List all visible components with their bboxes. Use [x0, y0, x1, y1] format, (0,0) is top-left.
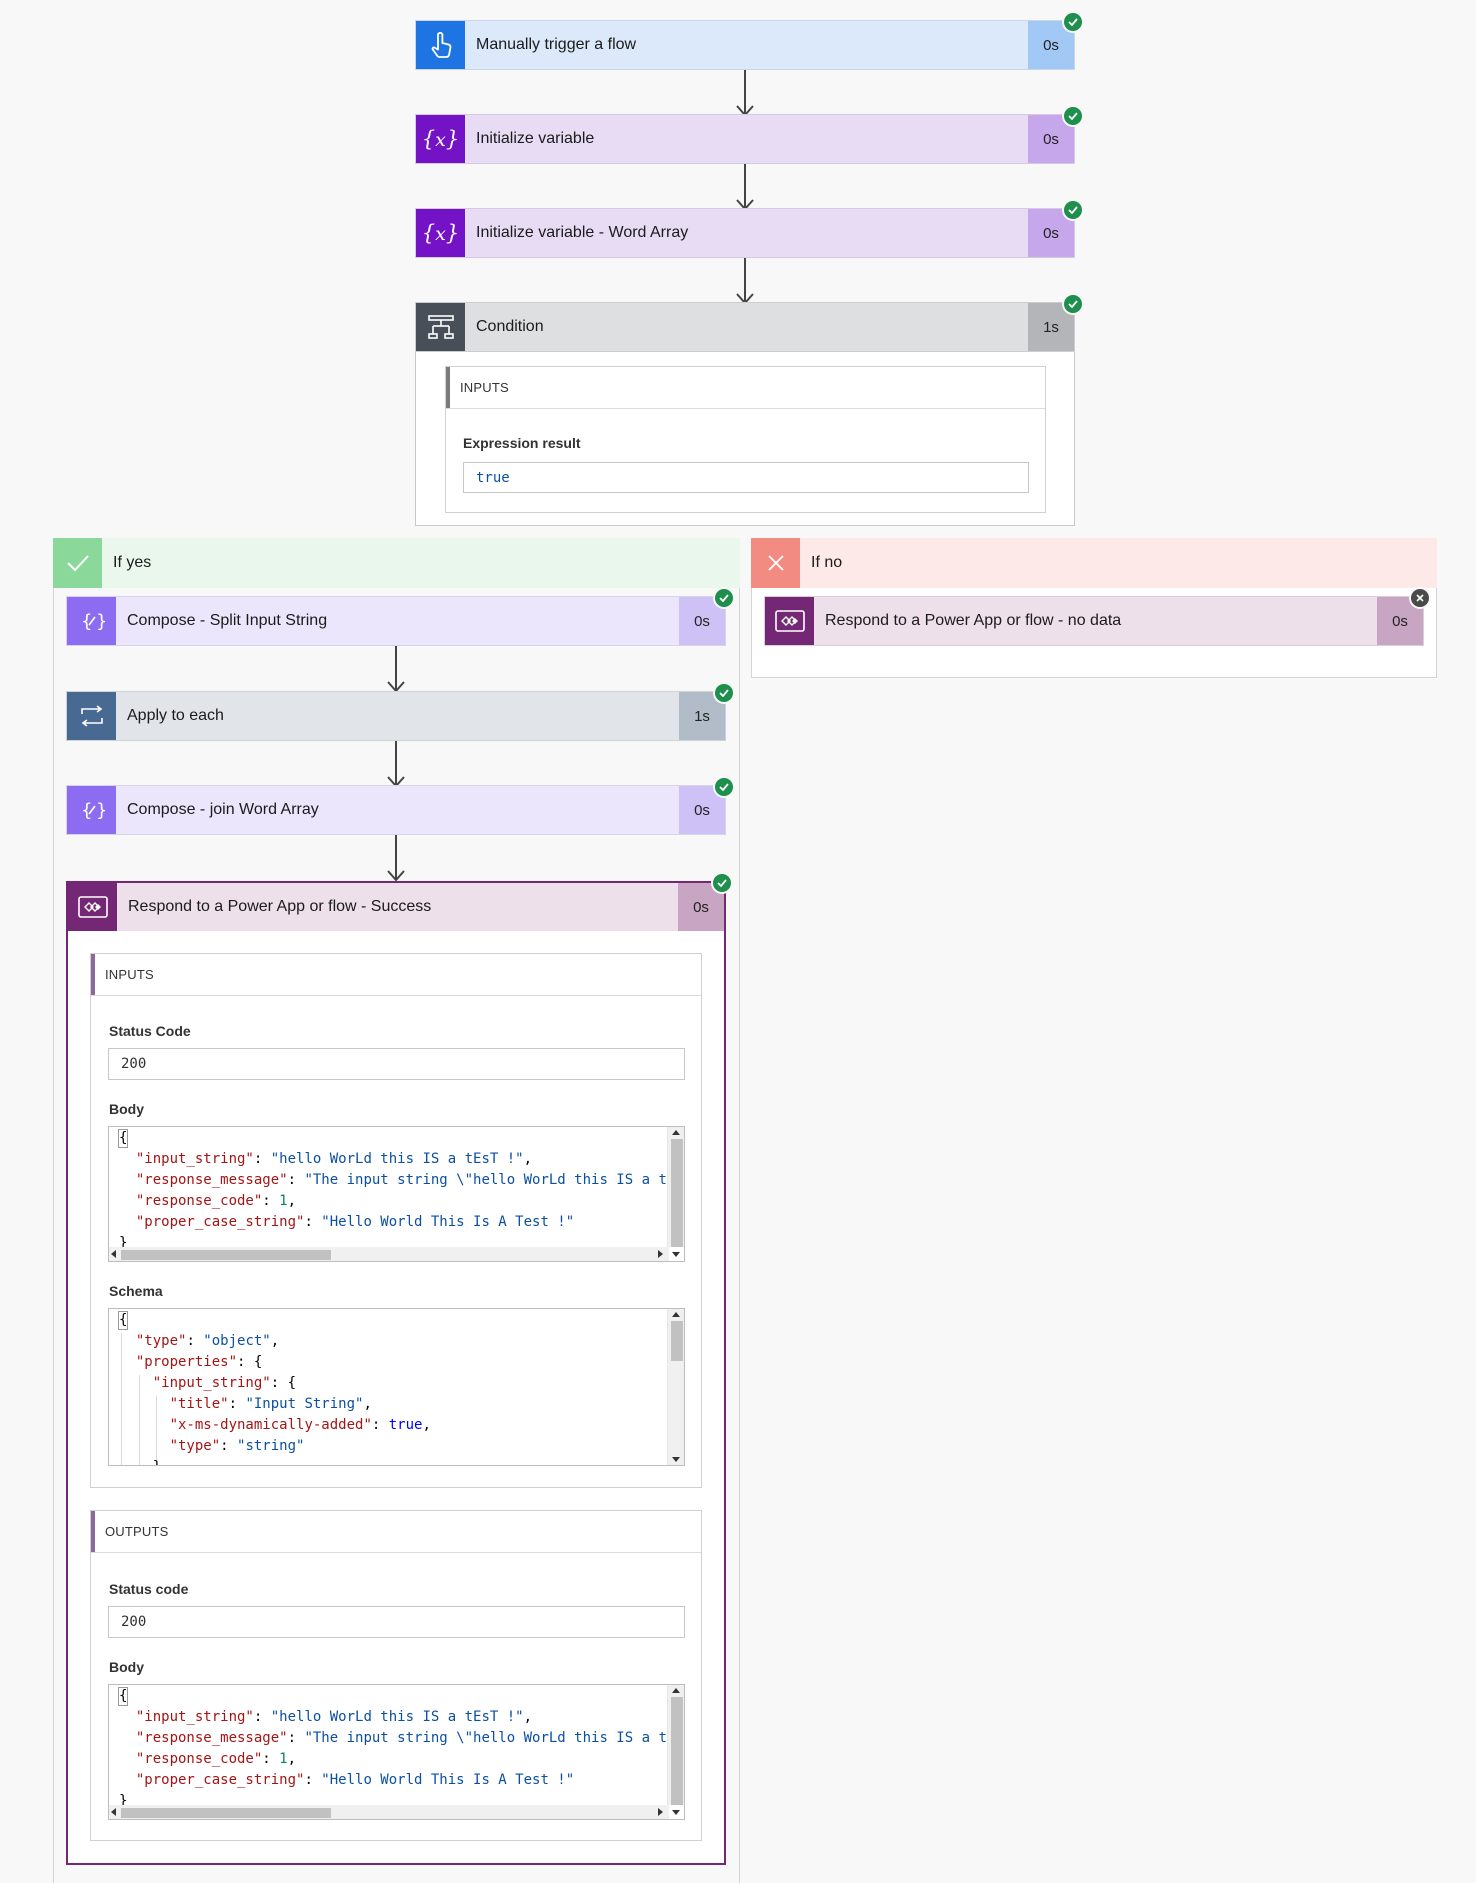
vertical-scrollbar[interactable] — [667, 1127, 684, 1247]
connector-arrow — [387, 741, 405, 788]
code-line: "input_string": { — [152, 1375, 297, 1391]
condition-card[interactable]: Condition 1s — [415, 302, 1075, 352]
compose-split-title: Compose - Split Input String — [127, 612, 328, 629]
condition-inputs-section: INPUTS Expression result true — [445, 366, 1046, 513]
section-header: OUTPUTS — [91, 1511, 701, 1553]
initialize-variable-word-array-title: Initialize variable - Word Array — [476, 224, 689, 241]
powerapps-icon — [68, 883, 117, 931]
schema-code-editor[interactable]: { "type": "object", "properties": { "inp… — [108, 1308, 685, 1466]
yes-branch-label: If yes — [113, 554, 152, 571]
vertical-scrollbar[interactable] — [667, 1685, 684, 1805]
compose-join-title: Compose - join Word Array — [127, 801, 319, 818]
condition-title: Condition — [476, 318, 544, 335]
trigger-title: Manually trigger a flow — [476, 36, 637, 53]
code-line: "input_string": "hello WorLd this IS a t… — [135, 1151, 533, 1167]
horizontal-scrollbar[interactable] — [109, 1247, 669, 1261]
code-line: "input_string": "hello WorLd this IS a t… — [135, 1709, 533, 1725]
check-icon — [1064, 295, 1082, 313]
compose-split-card[interactable]: {} Compose - Split Input String 0s — [66, 596, 726, 646]
check-icon — [715, 778, 733, 796]
code-line: "properties": { — [135, 1354, 263, 1370]
status-code-label: Status code — [109, 1581, 189, 1597]
svg-text:}: } — [96, 800, 105, 821]
code-line: "response_message": "The input string \"… — [135, 1730, 684, 1746]
variable-x-icon: {x} — [416, 209, 465, 257]
apply-to-each-title: Apply to each — [127, 707, 224, 724]
loop-icon — [67, 692, 116, 740]
code-line: { — [119, 1312, 128, 1328]
connector-arrow — [387, 646, 405, 693]
code-line: "proper_case_string": "Hello World This … — [135, 1772, 575, 1788]
respond-outputs-section: OUTPUTS Status code 200 Body { "input_st… — [90, 1510, 702, 1841]
code-line: "x-ms-dynamically-added": true, — [169, 1417, 431, 1433]
code-line: "response_code": 1, — [135, 1193, 297, 1209]
code-line: { — [119, 1130, 128, 1146]
code-line: "response_message": "The input string \"… — [135, 1172, 684, 1188]
condition-icon — [416, 303, 465, 351]
hand-tap-icon — [416, 21, 465, 69]
connector-arrow — [387, 835, 405, 882]
respond-no-data-card[interactable]: Respond to a Power App or flow - no data… — [764, 596, 1424, 646]
close-icon — [1411, 589, 1429, 607]
body-code-editor[interactable]: { "input_string": "hello WorLd this IS a… — [108, 1126, 685, 1262]
check-icon — [715, 684, 733, 702]
horizontal-scrollbar[interactable] — [109, 1805, 669, 1819]
code-line: "proper_case_string": "Hello World This … — [135, 1214, 575, 1230]
status-code-value[interactable]: 200 — [108, 1606, 685, 1638]
connector-arrow — [736, 258, 754, 305]
expression-result-value[interactable]: true — [463, 462, 1029, 493]
code-line: "title": "Input String", — [169, 1396, 372, 1412]
check-icon — [1064, 13, 1082, 31]
expression-result-label: Expression result — [463, 435, 581, 451]
no-branch-label: If no — [811, 554, 843, 571]
apply-to-each-card[interactable]: Apply to each 1s — [66, 691, 726, 741]
section-header: INPUTS — [446, 367, 1045, 409]
check-icon — [53, 538, 102, 588]
svg-text:}: } — [96, 611, 105, 632]
trigger-card[interactable]: Manually trigger a flow 0s — [415, 20, 1075, 70]
initialize-variable-title: Initialize variable — [476, 130, 595, 147]
body-label: Body — [109, 1101, 144, 1117]
check-icon — [1064, 201, 1082, 219]
connector-arrow — [736, 70, 754, 117]
yes-branch-header[interactable]: If yes — [53, 538, 740, 588]
no-branch-header[interactable]: If no — [751, 538, 1437, 588]
code-line: "type": "object", — [135, 1333, 280, 1349]
respond-success-card[interactable]: Respond to a Power App or flow - Success… — [66, 881, 726, 931]
code-line: { — [119, 1688, 128, 1704]
check-icon — [715, 589, 733, 607]
section-header: INPUTS — [91, 954, 701, 996]
variable-x-icon: {x} — [416, 115, 465, 163]
initialize-variable-card[interactable]: {x} Initialize variable 0s — [415, 114, 1075, 164]
schema-label: Schema — [109, 1283, 163, 1299]
check-icon — [713, 874, 731, 892]
connector-arrow — [736, 164, 754, 211]
body-label: Body — [109, 1659, 144, 1675]
code-line: } — [119, 1457, 161, 1465]
respond-no-data-title: Respond to a Power App or flow - no data — [825, 612, 1122, 629]
close-icon — [751, 538, 800, 588]
compose-join-card[interactable]: {} Compose - join Word Array 0s — [66, 785, 726, 835]
compose-icon: {} — [67, 597, 116, 645]
code-line: "response_code": 1, — [135, 1751, 297, 1767]
compose-icon: {} — [67, 786, 116, 834]
status-code-label: Status Code — [109, 1023, 191, 1039]
respond-success-title: Respond to a Power App or flow - Success — [128, 898, 432, 915]
respond-inputs-section: INPUTS Status Code 200 Body { "input_str… — [90, 953, 702, 1488]
check-icon — [1064, 107, 1082, 125]
initialize-variable-word-array-card[interactable]: {x} Initialize variable - Word Array 0s — [415, 208, 1075, 258]
powerapps-icon — [765, 597, 814, 645]
vertical-scrollbar[interactable] — [667, 1309, 684, 1465]
status-code-value[interactable]: 200 — [108, 1048, 685, 1080]
output-body-code-editor[interactable]: { "input_string": "hello WorLd this IS a… — [108, 1684, 685, 1820]
code-line: "type": "string" — [169, 1438, 305, 1454]
